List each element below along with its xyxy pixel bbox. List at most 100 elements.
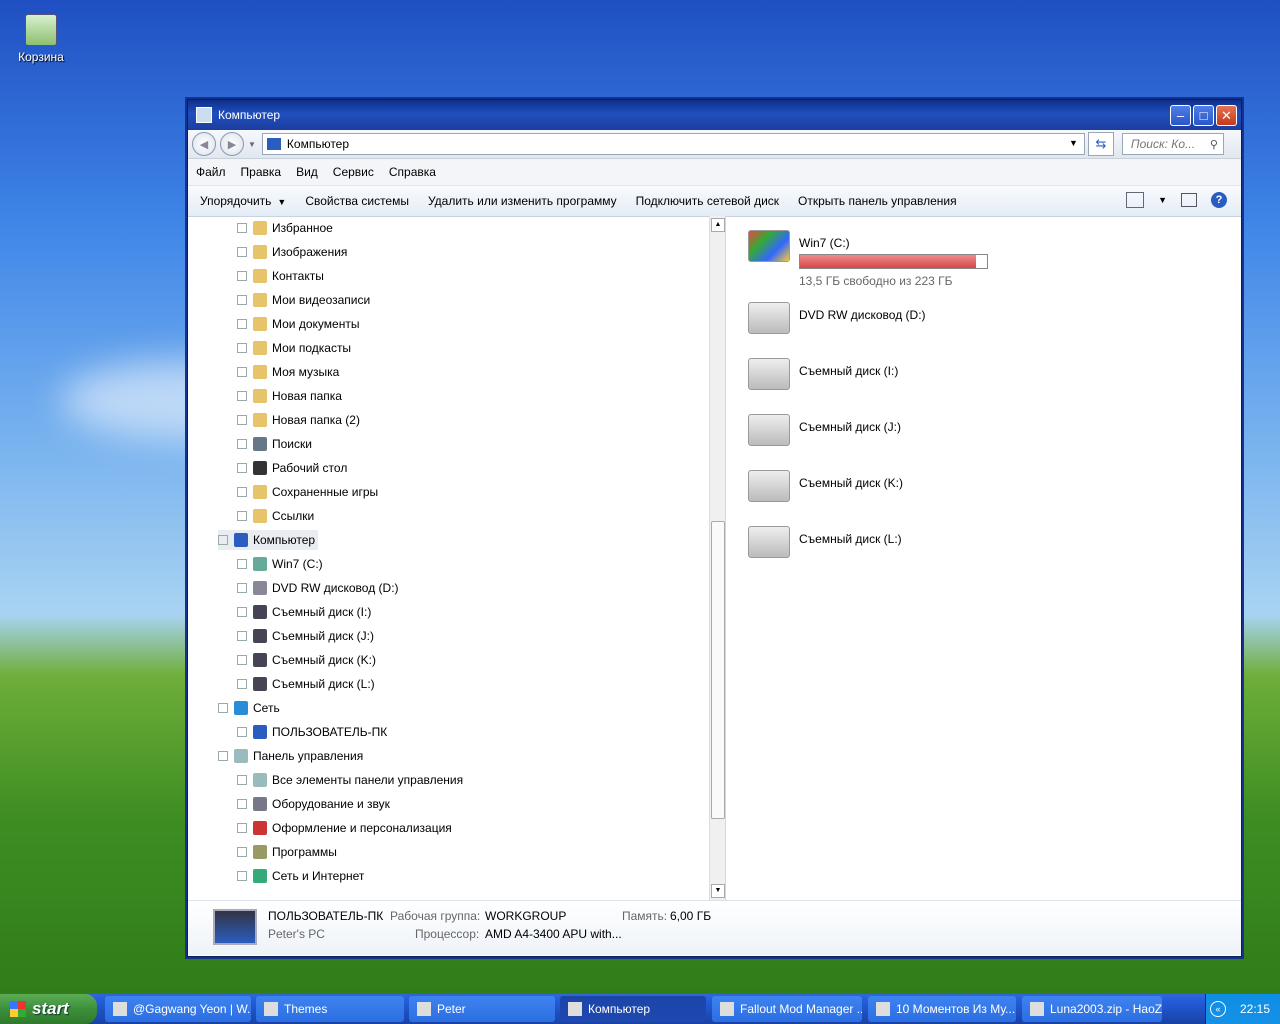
- taskbar-button[interactable]: Компьютер: [560, 996, 706, 1022]
- tree-item[interactable]: Новая папка: [237, 386, 342, 406]
- expand-toggle[interactable]: [237, 367, 247, 377]
- close-button[interactable]: ✕: [1216, 105, 1237, 126]
- expand-toggle[interactable]: [237, 607, 247, 617]
- chevron-down-icon[interactable]: ▼: [1069, 138, 1078, 148]
- expand-toggle[interactable]: [237, 487, 247, 497]
- tree-item[interactable]: Сохраненные игры: [237, 482, 378, 502]
- address-field[interactable]: Компьютер ▼: [261, 133, 1085, 155]
- tree-item[interactable]: Моя музыка: [237, 362, 339, 382]
- taskbar-button[interactable]: 10 Моментов Из Му...: [868, 996, 1016, 1022]
- tree-item[interactable]: Ссылки: [237, 506, 314, 526]
- tree-item[interactable]: Компьютер: [218, 530, 319, 550]
- menu-view[interactable]: Вид: [296, 165, 318, 179]
- chevron-down-icon[interactable]: ▼: [1158, 195, 1167, 205]
- tray-expand-icon[interactable]: «: [1210, 1001, 1226, 1017]
- drive-tile[interactable]: Съемный диск (J:): [744, 410, 1104, 460]
- expand-toggle[interactable]: [237, 319, 247, 329]
- expand-toggle[interactable]: [237, 511, 247, 521]
- uninstall-program-button[interactable]: Удалить или изменить программу: [428, 194, 617, 208]
- preview-pane-icon[interactable]: [1181, 193, 1197, 207]
- expand-toggle[interactable]: [237, 343, 247, 353]
- views-icon[interactable]: [1126, 192, 1145, 208]
- expand-toggle[interactable]: [237, 823, 247, 833]
- recycle-bin[interactable]: Корзина: [12, 14, 70, 64]
- tree-item[interactable]: Контакты: [237, 266, 324, 286]
- expand-toggle[interactable]: [237, 223, 247, 233]
- expand-toggle[interactable]: [218, 751, 228, 761]
- tree-item[interactable]: Сеть и Интернет: [237, 866, 364, 886]
- expand-toggle[interactable]: [237, 583, 247, 593]
- expand-toggle[interactable]: [237, 871, 247, 881]
- expand-toggle[interactable]: [237, 415, 247, 425]
- clock[interactable]: 22:15: [1240, 1002, 1270, 1016]
- taskbar-button[interactable]: Peter: [409, 996, 555, 1022]
- expand-toggle[interactable]: [237, 559, 247, 569]
- tree-item[interactable]: Win7 (C:): [237, 554, 323, 574]
- expand-toggle[interactable]: [237, 679, 247, 689]
- help-icon[interactable]: ?: [1211, 192, 1227, 208]
- tree-item[interactable]: Мои видеозаписи: [237, 290, 370, 310]
- forward-button[interactable]: ▶: [220, 132, 244, 156]
- expand-toggle[interactable]: [237, 247, 247, 257]
- tree-item[interactable]: Съемный диск (J:): [237, 626, 374, 646]
- expand-toggle[interactable]: [237, 727, 247, 737]
- expand-toggle[interactable]: [237, 631, 247, 641]
- expand-toggle[interactable]: [237, 391, 247, 401]
- drive-tile[interactable]: Съемный диск (K:): [744, 466, 1104, 516]
- scroll-thumb[interactable]: [711, 521, 725, 819]
- maximize-button[interactable]: □: [1193, 105, 1214, 126]
- expand-toggle[interactable]: [237, 799, 247, 809]
- search-input[interactable]: Поиск: Ко... ⚲: [1121, 133, 1224, 155]
- system-properties-button[interactable]: Свойства системы: [305, 194, 409, 208]
- pane-divider[interactable]: [725, 216, 726, 900]
- expand-toggle[interactable]: [237, 463, 247, 473]
- expand-toggle[interactable]: [237, 271, 247, 281]
- expand-toggle[interactable]: [218, 703, 228, 713]
- organize-button[interactable]: Упорядочить ▼: [200, 194, 286, 208]
- menu-file[interactable]: Файл: [196, 165, 226, 179]
- tree-scrollbar[interactable]: ▲ ▼: [709, 216, 725, 900]
- menu-edit[interactable]: Правка: [241, 165, 282, 179]
- tree-item[interactable]: Съемный диск (I:): [237, 602, 371, 622]
- tree-item[interactable]: Программы: [237, 842, 337, 862]
- map-network-drive-button[interactable]: Подключить сетевой диск: [636, 194, 779, 208]
- taskbar-button[interactable]: Luna2003.zip - HaoZi...: [1022, 996, 1162, 1022]
- tree-item[interactable]: Мои документы: [237, 314, 359, 334]
- expand-toggle[interactable]: [218, 535, 228, 545]
- expand-toggle[interactable]: [237, 775, 247, 785]
- tree-item[interactable]: Избранное: [237, 218, 333, 238]
- scroll-up-arrow[interactable]: ▲: [711, 218, 725, 232]
- scroll-down-arrow[interactable]: ▼: [711, 884, 725, 898]
- tree-item[interactable]: Рабочий стол: [237, 458, 347, 478]
- drive-tile[interactable]: Съемный диск (L:): [744, 522, 1104, 572]
- tree-item[interactable]: Мои подкасты: [237, 338, 351, 358]
- tree-item[interactable]: Сеть: [218, 698, 280, 718]
- expand-toggle[interactable]: [237, 655, 247, 665]
- taskbar-button[interactable]: Themes: [256, 996, 404, 1022]
- open-control-panel-button[interactable]: Открыть панель управления: [798, 194, 957, 208]
- start-button[interactable]: start: [0, 994, 97, 1024]
- tree-item[interactable]: Съемный диск (K:): [237, 650, 376, 670]
- history-dropdown-icon[interactable]: ▼: [248, 140, 256, 149]
- tree-item[interactable]: Оформление и персонализация: [237, 818, 452, 838]
- refresh-button[interactable]: ⇆: [1087, 132, 1114, 156]
- taskbar-button[interactable]: Fallout Mod Manager ...: [712, 996, 862, 1022]
- tree-item[interactable]: Панель управления: [218, 746, 363, 766]
- tree-item[interactable]: Новая папка (2): [237, 410, 360, 430]
- tree-item[interactable]: Съемный диск (L:): [237, 674, 375, 694]
- taskbar-button[interactable]: @Gagwang Yeon | W...: [105, 996, 251, 1022]
- minimize-button[interactable]: –: [1170, 105, 1191, 126]
- expand-toggle[interactable]: [237, 847, 247, 857]
- menu-tools[interactable]: Сервис: [333, 165, 374, 179]
- tree-item[interactable]: DVD RW дисковод (D:): [237, 578, 399, 598]
- search-icon[interactable]: ⚲: [1210, 138, 1218, 151]
- drive-tile[interactable]: Win7 (C:) 13,5 ГБ свободно из 223 ГБ: [744, 226, 1104, 288]
- tree-item[interactable]: Поиски: [237, 434, 312, 454]
- tree-item[interactable]: Все элементы панели управления: [237, 770, 463, 790]
- title-bar[interactable]: Компьютер – □ ✕: [188, 100, 1241, 130]
- expand-toggle[interactable]: [237, 439, 247, 449]
- drive-tile[interactable]: DVD RW дисковод (D:): [744, 298, 1104, 348]
- tree-item[interactable]: Изображения: [237, 242, 347, 262]
- tree-item[interactable]: Оборудование и звук: [237, 794, 390, 814]
- tree-item[interactable]: ПОЛЬЗОВАТЕЛЬ-ПК: [237, 722, 387, 742]
